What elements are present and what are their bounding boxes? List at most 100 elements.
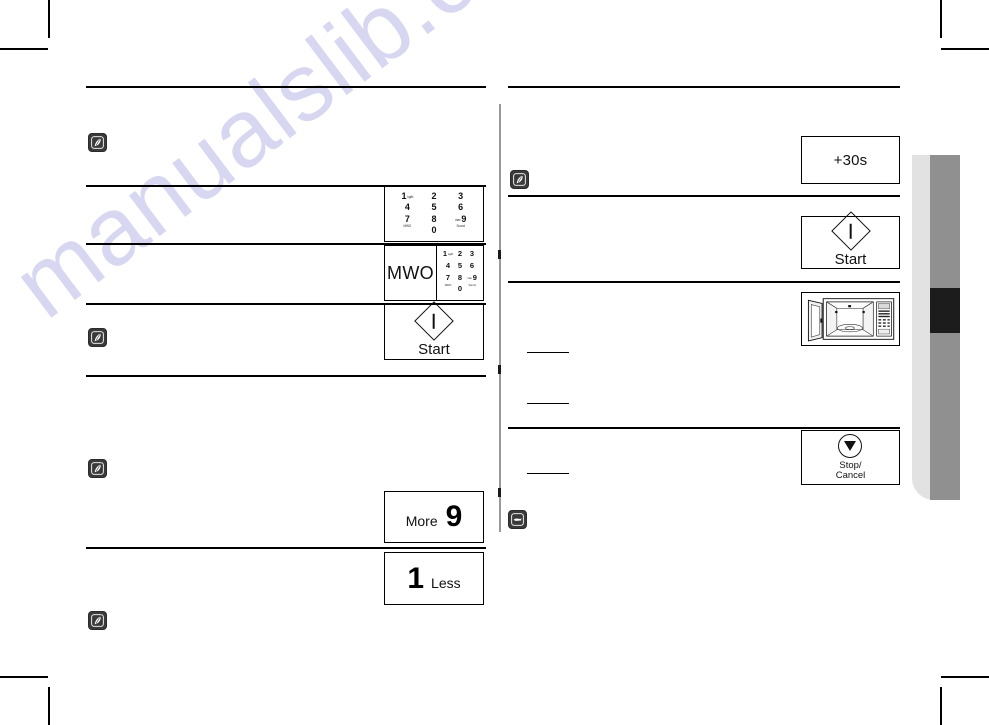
more-inner: More 9	[406, 502, 463, 532]
number-keypad[interactable]: 1 kg/lb 2 3 4 5 6 7 8 max 9 MWO 0 Sound	[384, 186, 484, 242]
oven-drawing	[805, 296, 896, 342]
keypad-key[interactable]: 3	[466, 250, 478, 262]
rule-right-short-2	[527, 403, 569, 405]
keypad-key[interactable]: 4	[442, 262, 454, 274]
crop-mark-right-top	[941, 48, 989, 50]
keypad-key[interactable]: 0	[421, 224, 448, 237]
mwo-keypad[interactable]: 1 kg/lb 2 3 4 5 6 7 8 max 9 MWO 0 Sound	[437, 246, 483, 300]
note-pen-icon	[88, 459, 107, 478]
mwo-display[interactable]: MWO	[385, 246, 437, 300]
key-number: 0	[431, 224, 437, 235]
keypad-key[interactable]: MWO	[394, 223, 421, 237]
less-label: Less	[431, 574, 461, 591]
stop-cancel-button[interactable]: Stop/ Cancel	[801, 430, 900, 485]
key-number: 4	[445, 260, 451, 270]
rule-left-1	[86, 86, 486, 88]
more-value: 9	[445, 500, 463, 533]
key-number: 4	[404, 202, 410, 213]
watermark-text: manualslib.com	[0, 0, 603, 339]
key-number: 8	[431, 213, 437, 224]
stop-label-line1: Stop/	[839, 459, 862, 471]
plus-30s-label: +30s	[833, 151, 868, 169]
keypad-key[interactable]: 6	[466, 262, 478, 274]
keypad-key[interactable]: 6	[447, 203, 474, 214]
start-label: Start	[834, 251, 867, 268]
keypad-key[interactable]: 4	[394, 203, 421, 214]
microwave-oven-illustration	[801, 292, 900, 346]
key-number: 3	[458, 191, 464, 201]
key-sublabel: max	[454, 217, 461, 222]
key-sublabel: Sound	[456, 223, 465, 228]
more-button[interactable]: More 9	[384, 491, 484, 543]
keypad-key[interactable]: Sound	[466, 283, 478, 297]
mwo-split: MWO 1 kg/lb 2 3 4 5 6 7 8 max 9 MWO 0 So…	[385, 246, 483, 300]
note-pen-icon	[510, 170, 529, 189]
less-button[interactable]: 1 Less	[384, 552, 484, 605]
key-number: 9	[472, 272, 477, 282]
crop-mark-left-top	[0, 48, 48, 50]
key-number: 8	[457, 272, 463, 282]
stop-label: Stop/ Cancel	[835, 459, 866, 482]
key-sublabel: kg/lb	[407, 195, 414, 199]
key-number: 0	[457, 284, 463, 294]
more-label: More	[405, 513, 438, 529]
keypad-key[interactable]: 5	[421, 203, 448, 214]
key-number: 1	[401, 191, 407, 201]
keypad-key[interactable]: MWO	[442, 283, 454, 297]
rule-left-6	[86, 547, 486, 549]
less-value: 1	[407, 561, 425, 595]
start-inner: Start	[830, 211, 871, 268]
rule-right-2	[508, 195, 900, 197]
key-number: 7	[445, 272, 451, 282]
keypad-key[interactable]: 1 kg/lb	[442, 250, 454, 262]
crop-mark-bottom-right	[940, 687, 942, 725]
note-pen-icon	[88, 611, 107, 630]
keypad-key[interactable]: 0	[454, 285, 466, 297]
key-sublabel: MWO	[444, 283, 452, 288]
key-number: 7	[404, 213, 410, 224]
note-hand-icon	[508, 510, 527, 529]
keypad-key[interactable]: 2	[454, 250, 466, 262]
mwo-label: MWO	[387, 262, 434, 283]
divider-dash	[498, 365, 501, 374]
divider-dash	[498, 250, 501, 259]
start-diamond-icon	[414, 300, 454, 341]
note-pen-icon	[88, 133, 107, 152]
keypad-key[interactable]: Sound	[447, 223, 474, 237]
key-number: 3	[469, 249, 475, 258]
stop-inner: Stop/ Cancel	[835, 433, 866, 482]
rule-right-short-1	[527, 352, 569, 354]
key-sublabel: max	[467, 275, 472, 280]
keypad-key[interactable]: 5	[454, 262, 466, 274]
rule-right-1	[508, 86, 900, 88]
key-number: 1	[442, 249, 448, 258]
key-sublabel: kg/lb	[448, 252, 453, 256]
key-sublabel: MWO	[403, 223, 412, 228]
rule-left-5	[86, 375, 486, 377]
key-sublabel: Sound	[468, 283, 476, 288]
column-divider	[499, 104, 501, 532]
start-label: Start	[418, 340, 450, 358]
start-diamond-icon	[830, 211, 871, 251]
crop-mark-top-left	[48, 0, 50, 38]
stop-label-line2: Cancel	[835, 470, 866, 481]
start-button[interactable]: Start	[384, 300, 484, 360]
crop-mark-top-right	[940, 0, 942, 38]
start-button[interactable]: Start	[801, 211, 900, 269]
crop-mark-left-bottom	[0, 676, 48, 678]
key-number: 2	[457, 249, 463, 258]
keypad-grid: 1 kg/lb 2 3 4 5 6 7 8 max 9 MWO 0 Sound	[437, 246, 483, 300]
key-number: 9	[461, 213, 467, 224]
crop-mark-right-bottom	[941, 676, 989, 678]
mwo-with-keypad[interactable]: MWO 1 kg/lb 2 3 4 5 6 7 8 max 9 MWO 0 So…	[384, 245, 484, 301]
key-number: 5	[431, 202, 437, 213]
page-section-tab-marker	[930, 288, 960, 333]
key-number: 5	[457, 260, 463, 270]
start-inner: Start	[414, 300, 454, 358]
manual-page: manualslib.com 1 kg/lb 2 3 4 5 6 7 8 max…	[0, 0, 989, 725]
rule-right-3	[508, 281, 900, 283]
plus-30s-button[interactable]: +30s	[801, 136, 900, 184]
divider-dash	[498, 488, 501, 497]
key-number: 6	[458, 202, 464, 213]
keypad-grid: 1 kg/lb 2 3 4 5 6 7 8 max 9 MWO 0 Sound	[385, 187, 483, 241]
